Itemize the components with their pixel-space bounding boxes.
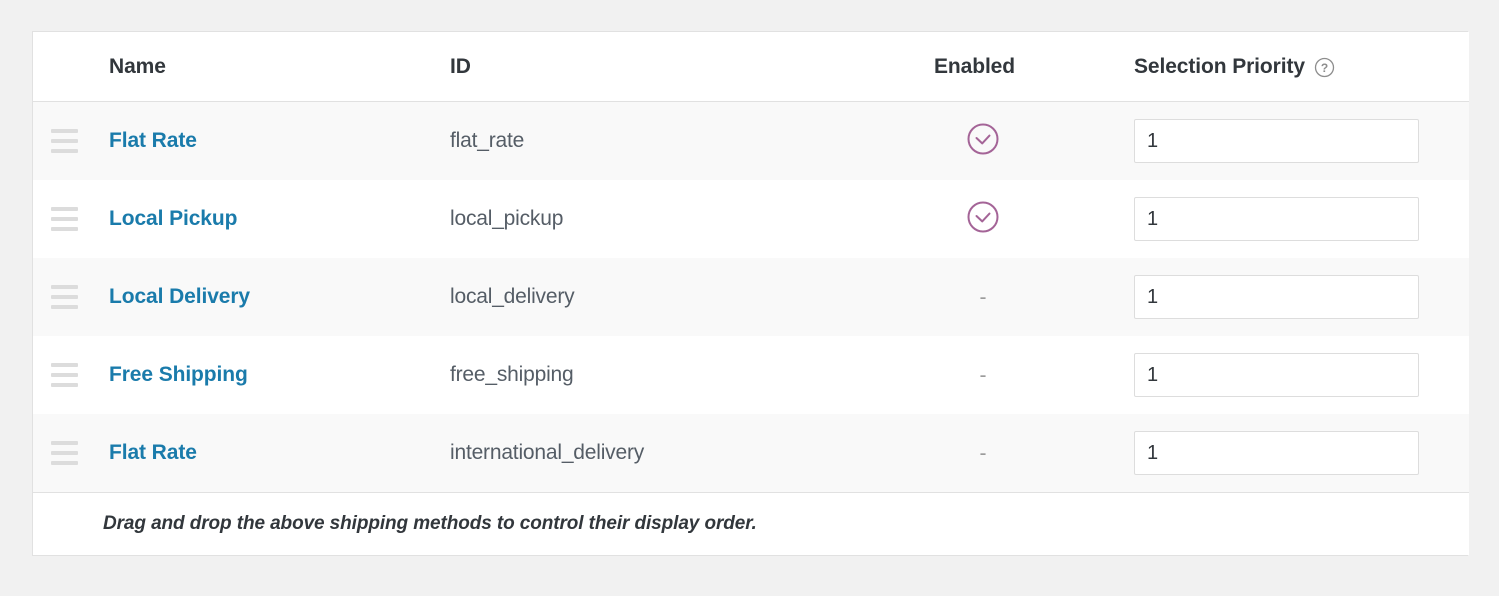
- drag-handle-icon[interactable]: [51, 441, 78, 465]
- shipping-method-id: free_shipping: [450, 363, 574, 386]
- footer-note-cell: Drag and drop the above shipping methods…: [33, 492, 1469, 555]
- row-priority-cell: [1130, 258, 1469, 336]
- row-handle-cell: [33, 258, 103, 336]
- selection-priority-input[interactable]: [1134, 353, 1419, 397]
- selection-priority-input[interactable]: [1134, 275, 1419, 319]
- row-handle-cell: [33, 414, 103, 493]
- row-name-cell: Free Shipping: [103, 336, 448, 414]
- table-header-row: Name ID Enabled Selection Priority ?: [33, 32, 1469, 102]
- row-priority-cell: [1130, 180, 1469, 258]
- column-header-selection-priority: Selection Priority ?: [1130, 32, 1469, 102]
- drag-handle-icon[interactable]: [51, 129, 78, 153]
- drag-drop-hint: Drag and drop the above shipping methods…: [103, 513, 757, 534]
- row-priority-cell: [1130, 102, 1469, 181]
- table-row[interactable]: Free Shipping free_shipping -: [33, 336, 1469, 414]
- enabled-check-icon: [966, 200, 1000, 239]
- shipping-method-link[interactable]: Free Shipping: [109, 363, 248, 386]
- drag-handle-icon[interactable]: [51, 363, 78, 387]
- column-header-name-label: Name: [109, 54, 166, 78]
- shipping-methods-table: Name ID Enabled Selection Priority ? Fla…: [33, 32, 1469, 555]
- row-enabled-cell: -: [930, 414, 1130, 493]
- row-enabled-cell: [930, 102, 1130, 181]
- selection-priority-input[interactable]: [1134, 119, 1419, 163]
- column-header-handle: [33, 32, 103, 102]
- table-row[interactable]: Local Pickup local_pickup: [33, 180, 1469, 258]
- row-handle-cell: [33, 102, 103, 181]
- row-priority-cell: [1130, 336, 1469, 414]
- row-id-cell: local_pickup: [448, 180, 930, 258]
- column-header-selection-priority-label: Selection Priority: [1134, 54, 1305, 78]
- column-header-enabled: Enabled: [930, 32, 1130, 102]
- table-footer-row: Drag and drop the above shipping methods…: [33, 492, 1469, 555]
- shipping-method-link[interactable]: Local Pickup: [109, 207, 237, 230]
- row-enabled-cell: -: [930, 336, 1130, 414]
- enabled-check-icon: [966, 122, 1000, 161]
- row-name-cell: Flat Rate: [103, 414, 448, 493]
- shipping-method-link[interactable]: Local Delivery: [109, 285, 250, 308]
- table-body: Flat Rate flat_rate Local Pickup local_pick…: [33, 101, 1469, 493]
- table-header: Name ID Enabled Selection Priority ?: [33, 32, 1469, 102]
- row-name-cell: Flat Rate: [103, 102, 448, 181]
- shipping-method-id: local_pickup: [450, 207, 564, 230]
- row-priority-cell: [1130, 414, 1469, 493]
- svg-text:?: ?: [1321, 61, 1328, 75]
- selection-priority-input[interactable]: [1134, 431, 1419, 475]
- selection-priority-input[interactable]: [1134, 197, 1419, 241]
- row-id-cell: local_delivery: [448, 258, 930, 336]
- column-header-name: Name: [103, 32, 448, 102]
- drag-handle-icon[interactable]: [51, 285, 78, 309]
- row-enabled-cell: [930, 180, 1130, 258]
- row-name-cell: Local Pickup: [103, 180, 448, 258]
- page-root: Name ID Enabled Selection Priority ? Fla…: [0, 0, 1499, 596]
- table-row[interactable]: Local Delivery local_delivery -: [33, 258, 1469, 336]
- drag-handle-icon[interactable]: [51, 207, 78, 231]
- shipping-method-link[interactable]: Flat Rate: [109, 441, 197, 464]
- row-id-cell: international_delivery: [448, 414, 930, 493]
- shipping-method-id: flat_rate: [450, 129, 525, 152]
- table-row[interactable]: Flat Rate international_delivery -: [33, 414, 1469, 493]
- row-handle-cell: [33, 180, 103, 258]
- row-enabled-cell: -: [930, 258, 1130, 336]
- row-name-cell: Local Delivery: [103, 258, 448, 336]
- row-id-cell: flat_rate: [448, 102, 930, 181]
- enabled-dash-mark: -: [979, 285, 987, 309]
- column-header-enabled-label: Enabled: [934, 54, 1015, 78]
- shipping-methods-card: Name ID Enabled Selection Priority ? Fla…: [32, 31, 1469, 556]
- shipping-method-id: international_delivery: [450, 441, 645, 464]
- shipping-method-link[interactable]: Flat Rate: [109, 129, 197, 152]
- shipping-method-id: local_delivery: [450, 285, 575, 308]
- help-icon[interactable]: ?: [1314, 57, 1335, 78]
- column-header-id: ID: [448, 32, 930, 102]
- table-row[interactable]: Flat Rate flat_rate: [33, 101, 1469, 181]
- row-id-cell: free_shipping: [448, 336, 930, 414]
- column-header-id-label: ID: [450, 54, 471, 78]
- enabled-dash-mark: -: [979, 363, 987, 387]
- enabled-dash-mark: -: [979, 441, 987, 465]
- table-footer: Drag and drop the above shipping methods…: [33, 492, 1469, 555]
- row-handle-cell: [33, 336, 103, 414]
